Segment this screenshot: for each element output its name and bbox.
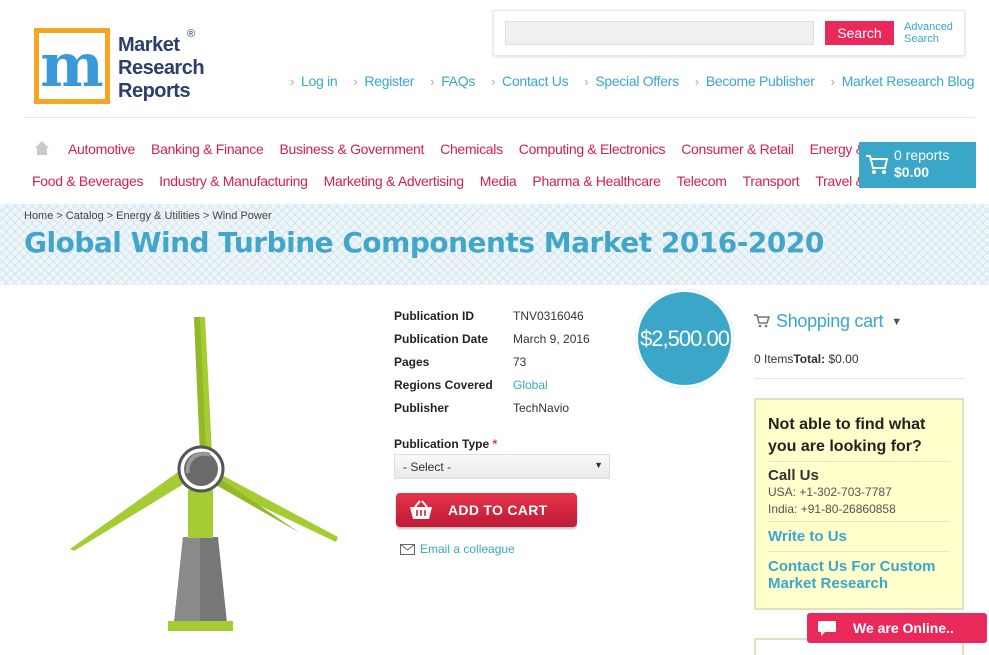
- breadcrumb: Home > Catalog > Energy & Utilities > Wind Pow…: [24, 210, 272, 222]
- detail-row-id: Publication ID TNV0316046: [394, 309, 590, 332]
- basket-icon: [410, 500, 432, 519]
- register-link[interactable]: Register: [353, 73, 414, 89]
- help-divider: [768, 521, 950, 522]
- publication-details: Publication ID TNV0316046 Publication Da…: [394, 309, 590, 424]
- detail-row-regions: Regions Covered Global: [394, 378, 590, 401]
- publication-type-label: Publication Type *: [394, 437, 497, 451]
- custom-research-link[interactable]: Contact Us For Custom Market Research: [768, 555, 950, 595]
- cart-summary: 0 ItemsTotal: $0.00: [754, 352, 859, 366]
- breadcrumb-home[interactable]: Home: [24, 210, 53, 222]
- special-offers-link[interactable]: Special Offers: [584, 73, 679, 89]
- login-link[interactable]: Log in: [290, 73, 338, 89]
- site-logo[interactable]: m Market Research Reports ®: [34, 28, 214, 108]
- category-transport[interactable]: Transport: [743, 173, 800, 189]
- shopping-cart-title: Shopping cart: [776, 311, 884, 331]
- blog-link[interactable]: Market Research Blog: [831, 73, 975, 89]
- detail-row-publisher: Publisher TechNavio: [394, 401, 590, 424]
- detail-label: Publication ID: [394, 309, 475, 323]
- cart-items: 0 Items: [754, 352, 794, 366]
- shopping-cart-heading[interactable]: Shopping cart ▼: [754, 311, 902, 332]
- detail-label: Publisher: [394, 401, 449, 415]
- required-mark: *: [492, 437, 498, 451]
- page-title: Global Wind Turbine Components Market 20…: [24, 226, 824, 259]
- publication-id-value: TNV0316046: [513, 309, 584, 323]
- write-to-us-link[interactable]: Write to Us: [768, 525, 950, 548]
- chevron-down-icon: ▼: [594, 460, 603, 470]
- breadcrumb-catalog[interactable]: Catalog: [66, 210, 104, 222]
- help-question: Not able to find what you are looking fo…: [768, 416, 926, 455]
- contact-us-link[interactable]: Contact Us: [491, 73, 569, 89]
- detail-label: Regions Covered: [394, 378, 493, 392]
- page: m Market Research Reports ® Search Advan…: [0, 0, 989, 655]
- wind-turbine-image: [70, 317, 338, 631]
- chat-bubble-icon: [818, 621, 836, 636]
- add-to-cart-label: ADD TO CART: [448, 502, 548, 518]
- search-input[interactable]: [505, 21, 814, 45]
- email-colleague-link[interactable]: Email a colleague: [400, 542, 515, 556]
- become-publisher-link[interactable]: Become Publisher: [695, 73, 815, 89]
- category-marketing-advertising[interactable]: Marketing & Advertising: [324, 173, 464, 189]
- cart-total-label: Total:: [793, 352, 826, 366]
- envelope-icon: [400, 544, 415, 555]
- cart-amount: $0.00: [894, 164, 930, 180]
- category-chemicals[interactable]: Chemicals: [440, 141, 503, 157]
- registered-mark: ®: [187, 28, 196, 40]
- logo-line-3: Reports: [118, 80, 191, 102]
- category-nav-row-1: Automotive Banking & Finance Business & …: [68, 141, 927, 157]
- help-divider: [768, 551, 950, 552]
- detail-label: Publication Date: [394, 332, 489, 346]
- call-us-heading: Call Us: [768, 467, 819, 484]
- category-food-beverages[interactable]: Food & Beverages: [32, 173, 143, 189]
- price-badge: $2,500.00: [635, 289, 734, 388]
- detail-row-date: Publication Date March 9, 2016: [394, 332, 590, 355]
- help-divider: [768, 461, 950, 462]
- category-pharma-healthcare[interactable]: Pharma & Healthcare: [532, 173, 660, 189]
- detail-label: Pages: [394, 355, 430, 369]
- breadcrumb-wind-power[interactable]: Wind Power: [212, 210, 271, 222]
- logo-letter: m: [39, 31, 105, 101]
- publication-type-selected: - Select -: [403, 460, 452, 474]
- category-computing-electronics[interactable]: Computing & Electronics: [519, 141, 666, 157]
- top-links: Log in Register FAQs Contact Us Special …: [290, 73, 989, 89]
- category-industry-manufacturing[interactable]: Industry & Manufacturing: [159, 173, 308, 189]
- cart-report-count: 0 reports: [894, 147, 950, 163]
- cart-divider: [754, 378, 964, 379]
- logo-wordmark: Market Research Reports: [118, 34, 205, 103]
- regions-link[interactable]: Global: [513, 378, 548, 401]
- chevron-down-icon: ▼: [891, 316, 902, 328]
- logo-line-2: Research: [118, 57, 205, 79]
- category-nav-row-2: Food & Beverages Industry & Manufacturin…: [32, 173, 928, 189]
- publication-type-text: Publication Type: [394, 437, 490, 451]
- phone-india: India: +91-80-26860858: [768, 502, 896, 516]
- breadcrumb-energy[interactable]: Energy & Utilities: [116, 210, 200, 222]
- category-automotive[interactable]: Automotive: [68, 141, 135, 157]
- detail-row-pages: Pages 73: [394, 355, 590, 378]
- publisher-value: TechNavio: [513, 401, 570, 415]
- publication-type-select[interactable]: - Select - ▼: [394, 454, 610, 479]
- phone-usa: USA: +1-302-703-7787: [768, 485, 892, 499]
- logo-mark: m: [34, 28, 110, 104]
- live-chat-button[interactable]: We are Online..: [807, 613, 987, 643]
- cart-icon: [866, 155, 889, 174]
- add-to-cart-button[interactable]: ADD TO CART: [396, 493, 577, 527]
- category-business-government[interactable]: Business & Government: [279, 141, 424, 157]
- help-box: Not able to find what you are looking fo…: [754, 398, 964, 610]
- pages-value: 73: [513, 355, 527, 369]
- email-colleague-label: Email a colleague: [420, 542, 515, 556]
- category-media[interactable]: Media: [480, 173, 517, 189]
- cart-total-value: $0.00: [828, 352, 859, 366]
- header-cart-button[interactable]: 0 reports $0.00: [859, 142, 976, 188]
- advanced-search-link[interactable]: Advanced Search: [904, 21, 960, 45]
- category-consumer-retail[interactable]: Consumer & Retail: [681, 141, 794, 157]
- category-banking-finance[interactable]: Banking & Finance: [151, 141, 264, 157]
- home-icon[interactable]: [34, 140, 50, 156]
- search-box: Search Advanced Search: [493, 10, 965, 56]
- cart-icon: [754, 314, 770, 328]
- chat-label: We are Online..: [853, 620, 954, 636]
- header-divider: [24, 117, 975, 118]
- category-telecom[interactable]: Telecom: [677, 173, 727, 189]
- faqs-link[interactable]: FAQs: [430, 73, 475, 89]
- search-button[interactable]: Search: [825, 21, 894, 45]
- publication-date-value: March 9, 2016: [513, 332, 590, 346]
